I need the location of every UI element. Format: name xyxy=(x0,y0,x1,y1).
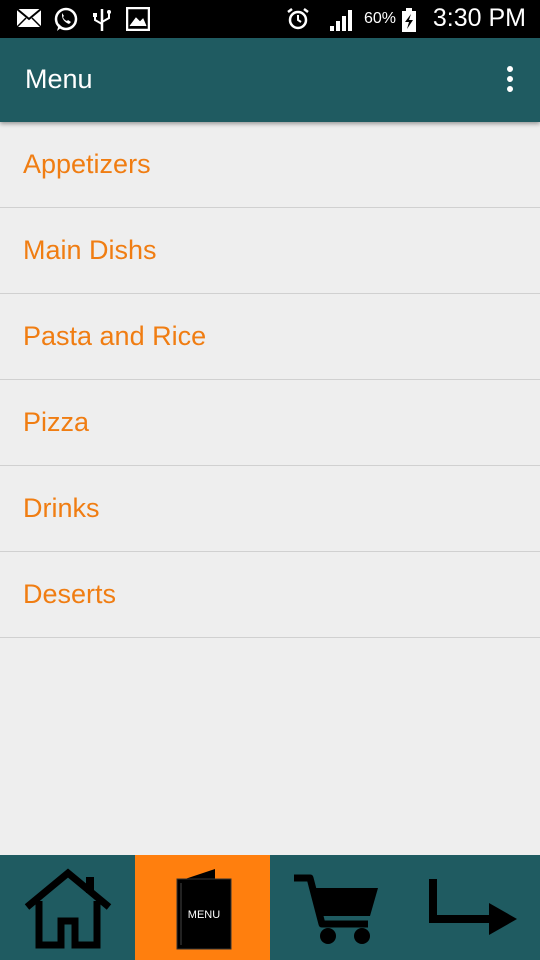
status-bar: 60% 3:30 PM xyxy=(0,0,540,38)
menu-item-label: Appetizers xyxy=(23,149,151,179)
home-icon xyxy=(24,867,111,948)
whatsapp-icon xyxy=(54,7,78,31)
menu-book-label: MENU xyxy=(187,909,219,921)
menu-item-label: Deserts xyxy=(23,579,117,609)
menu-item-drinks[interactable]: Drinks xyxy=(0,466,540,552)
menu-book-icon: MENU xyxy=(176,868,231,949)
menu-list: Appetizers Main Dishs Pasta and Rice Piz… xyxy=(0,122,540,638)
status-clock: 3:30 PM xyxy=(432,4,526,32)
bottom-nav: MENU xyxy=(0,855,540,960)
nav-next-button[interactable] xyxy=(405,855,540,960)
menu-item-label: Main Dishs xyxy=(23,235,157,265)
cart-icon xyxy=(293,874,378,944)
arrow-forward-icon xyxy=(428,878,517,935)
battery-percentage: 60% xyxy=(364,10,397,27)
menu-item-label: Pasta and Rice xyxy=(23,321,207,351)
app-bar: Menu xyxy=(0,38,540,122)
nav-home-button[interactable] xyxy=(0,855,135,960)
menu-item-label: Drinks xyxy=(23,493,100,523)
menu-item-appetizers[interactable]: Appetizers xyxy=(0,122,540,208)
gallery-icon xyxy=(126,7,150,31)
signal-icon xyxy=(330,10,352,31)
battery-charging-icon xyxy=(402,8,416,32)
nav-menu-button[interactable]: MENU xyxy=(135,855,270,960)
alarm-icon xyxy=(287,8,309,30)
page-title: Menu xyxy=(25,64,93,94)
menu-item-label: Pizza xyxy=(23,407,90,437)
menu-item-pasta-and-rice[interactable]: Pasta and Rice xyxy=(0,294,540,380)
email-icon xyxy=(16,8,42,28)
menu-item-deserts[interactable]: Deserts xyxy=(0,552,540,638)
nav-cart-button[interactable] xyxy=(270,855,405,960)
menu-item-pizza[interactable]: Pizza xyxy=(0,380,540,466)
more-vert-icon[interactable] xyxy=(504,66,516,94)
usb-icon xyxy=(93,9,111,31)
menu-item-main-dishs[interactable]: Main Dishs xyxy=(0,208,540,294)
